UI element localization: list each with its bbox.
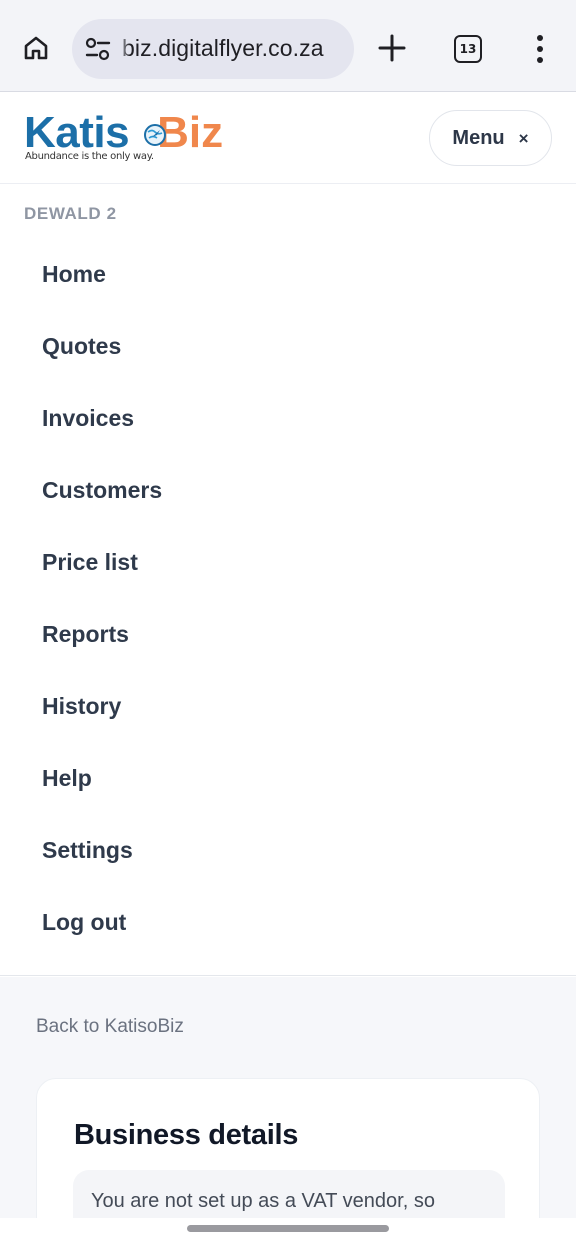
- menu-label: Menu: [452, 126, 505, 149]
- nav-list: Home Quotes Invoices Customers Price lis…: [42, 238, 162, 958]
- system-navigation-area: [0, 1218, 576, 1240]
- business-details-card: Business details You are not set up as a…: [36, 1078, 540, 1240]
- vat-notice-text: You are not set up as a VAT vendor, so: [91, 1190, 435, 1212]
- logo-tagline: Abundance is the only way.: [25, 151, 154, 162]
- site-header: Katis Biz Abundance is the only way. Menu…: [0, 93, 576, 184]
- nav-item-help[interactable]: Help: [42, 742, 162, 814]
- tabs-icon[interactable]: 13: [454, 35, 482, 63]
- new-tab-icon[interactable]: [376, 32, 408, 64]
- home-icon[interactable]: [20, 32, 52, 64]
- logo-text-katis: Katis: [24, 108, 130, 157]
- nav-item-price-list[interactable]: Price list: [42, 526, 162, 598]
- nav-item-invoices[interactable]: Invoices: [42, 382, 162, 454]
- nav-user-name: DEWALD 2: [24, 204, 117, 223]
- nav-item-customers[interactable]: Customers: [42, 454, 162, 526]
- nav-item-home[interactable]: Home: [42, 238, 162, 310]
- menu-toggle-button[interactable]: Menu ×: [429, 110, 552, 166]
- page-content: Back to KatisoBiz Business details You a…: [0, 977, 576, 1240]
- nav-item-log-out[interactable]: Log out: [42, 886, 162, 958]
- address-bar[interactable]: biz.digitalflyer.co.za: [72, 19, 354, 79]
- nav-menu: DEWALD 2 Home Quotes Invoices Customers …: [0, 185, 576, 976]
- nav-item-reports[interactable]: Reports: [42, 598, 162, 670]
- globe-icon: [143, 123, 167, 147]
- nav-item-quotes[interactable]: Quotes: [42, 310, 162, 382]
- close-icon: ×: [518, 128, 529, 148]
- card-title: Business details: [74, 1119, 299, 1151]
- more-vertical-icon[interactable]: [528, 32, 552, 66]
- katisobiz-logo[interactable]: Katis Biz Abundance is the only way.: [24, 109, 244, 165]
- back-link[interactable]: Back to KatisoBiz: [36, 1016, 184, 1038]
- nav-item-settings[interactable]: Settings: [42, 814, 162, 886]
- browser-toolbar: biz.digitalflyer.co.za 13: [0, 0, 576, 92]
- nav-item-history[interactable]: History: [42, 670, 162, 742]
- url-text: biz.digitalflyer.co.za: [122, 35, 324, 61]
- site-settings-icon[interactable]: [84, 36, 112, 62]
- gesture-handle[interactable]: [187, 1225, 389, 1232]
